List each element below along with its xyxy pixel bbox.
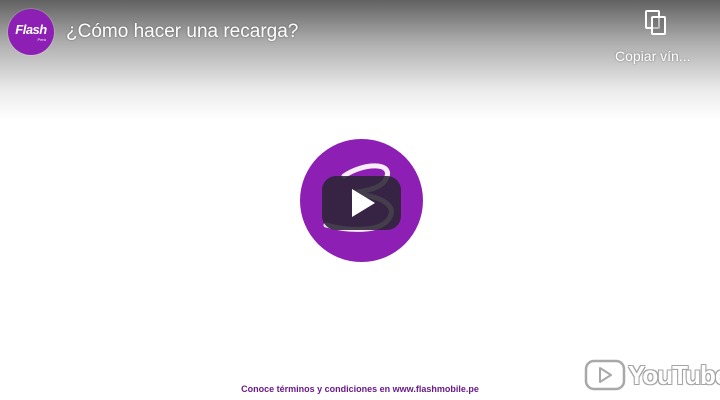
youtube-watermark[interactable]: YouTube: [584, 358, 720, 392]
channel-logo-sub: Perú: [37, 37, 46, 42]
channel-logo-text: Flash: [15, 22, 47, 37]
channel-avatar[interactable]: Flash Perú: [8, 9, 54, 55]
copy-link-label: Copiar vín...: [615, 48, 691, 64]
youtube-wordmark: YouTube: [628, 360, 720, 390]
copy-icon: [645, 10, 666, 35]
video-player[interactable]: Flash Perú ¿Cómo hacer una recarga? Copi…: [0, 0, 720, 400]
youtube-play-icon: [584, 359, 626, 391]
play-button[interactable]: [300, 139, 423, 262]
copy-link-button[interactable]: Copiar vín...: [612, 10, 702, 70]
play-icon: [322, 163, 401, 232]
video-title[interactable]: ¿Cómo hacer una recarga?: [66, 21, 298, 43]
